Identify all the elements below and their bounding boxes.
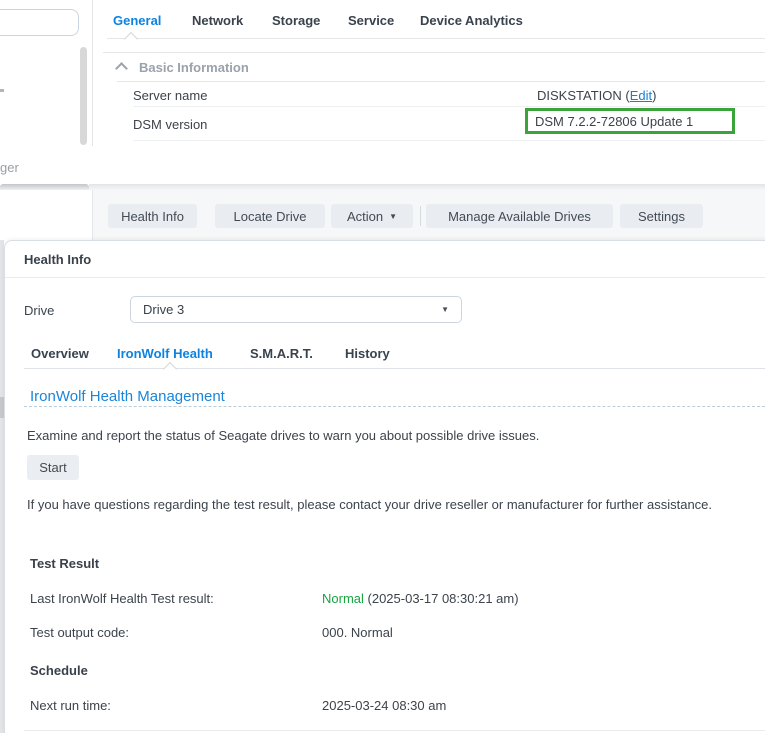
server-name-label: Server name — [133, 88, 207, 103]
server-name-text: DISKSTATION ( — [537, 88, 630, 103]
status-normal: Normal — [322, 591, 364, 606]
tab-service[interactable]: Service — [348, 13, 394, 28]
edit-link[interactable]: Edit — [630, 88, 652, 103]
section-top-line — [103, 52, 765, 53]
drive-label: Drive — [24, 303, 54, 318]
manage-available-drives-button[interactable]: Manage Available Drives — [426, 204, 613, 228]
window-edge-left — [0, 184, 89, 190]
toolbar-left-divider — [92, 190, 93, 240]
section-head-line — [117, 81, 765, 82]
dialog-header-divider — [5, 277, 765, 278]
status-timestamp: (2025-03-17 08:30:21 am) — [364, 591, 519, 606]
dsm-version-highlight: DSM 7.2.2-72806 Update 1 — [525, 108, 735, 134]
ironwolf-heading: IronWolf Health Management — [30, 388, 225, 405]
dialog-tab-smart[interactable]: S.M.A.R.T. — [250, 346, 313, 361]
test-output-code-value: 000. Normal — [322, 625, 393, 640]
settings-button-label: Settings — [638, 209, 685, 224]
last-test-result-label: Last IronWolf Health Test result: — [30, 591, 214, 606]
dsm-version-label: DSM version — [133, 117, 207, 132]
test-output-code-label: Test output code: — [30, 625, 129, 640]
dialog-tabbar-underline — [24, 368, 765, 369]
action-button[interactable]: Action ▼ — [331, 204, 413, 228]
server-name-value: DISKSTATION (Edit) — [537, 88, 656, 103]
window-title-fragment: ger — [0, 160, 19, 175]
dialog-title: Health Info — [24, 252, 91, 267]
left-scrollbar[interactable] — [80, 47, 87, 145]
active-tab-notch — [124, 32, 138, 46]
dialog-tab-ironwolf-health[interactable]: IronWolf Health — [117, 346, 213, 361]
action-dropdown-caret-icon: ▼ — [389, 212, 397, 221]
toolbar-separator — [420, 206, 421, 226]
start-button-label: Start — [39, 460, 66, 475]
note-text: If you have questions regarding the test… — [27, 494, 739, 515]
last-test-result-value: Normal (2025-03-17 08:30:21 am) — [322, 591, 519, 606]
tabbar-underline — [107, 38, 765, 39]
tab-network[interactable]: Network — [192, 13, 243, 28]
health-info-button[interactable]: Health Info — [108, 204, 197, 228]
action-button-label: Action — [347, 209, 383, 224]
tab-storage[interactable]: Storage — [272, 13, 320, 28]
dialog-bottom-divider — [24, 730, 765, 731]
dsm-version-value: DSM 7.2.2-72806 Update 1 — [535, 114, 693, 129]
heading-dashed-divider — [24, 406, 765, 407]
next-run-time-label: Next run time: — [30, 698, 111, 713]
collapse-chevron-icon[interactable] — [115, 62, 128, 75]
drive-select-value: Drive 3 — [131, 302, 184, 317]
schedule-heading: Schedule — [30, 663, 88, 678]
drive-select[interactable]: Drive 3 ▼ — [130, 296, 462, 323]
search-input[interactable] — [0, 9, 79, 36]
server-name-paren: ) — [652, 88, 656, 103]
screen: General Network Storage Service Device A… — [0, 0, 765, 733]
manage-drives-button-label: Manage Available Drives — [448, 209, 591, 224]
test-result-heading: Test Result — [30, 556, 99, 571]
row-divider-1 — [133, 106, 765, 107]
left-text-fragment — [0, 89, 4, 92]
next-run-time-value: 2025-03-24 08:30 am — [322, 698, 446, 713]
drive-select-caret-icon: ▼ — [441, 305, 449, 314]
description-text: Examine and report the status of Seagate… — [27, 428, 539, 443]
tab-device-analytics[interactable]: Device Analytics — [420, 13, 523, 28]
left-panel-divider — [92, 0, 93, 146]
start-button[interactable]: Start — [27, 455, 79, 480]
tab-general[interactable]: General — [113, 13, 161, 28]
health-info-button-label: Health Info — [121, 209, 184, 224]
section-title: Basic Information — [139, 60, 249, 75]
row-divider-2 — [133, 140, 765, 141]
dialog-tab-overview[interactable]: Overview — [31, 346, 89, 361]
dialog-tab-history[interactable]: History — [345, 346, 390, 361]
locate-drive-button-label: Locate Drive — [234, 209, 307, 224]
settings-button[interactable]: Settings — [620, 204, 703, 228]
locate-drive-button[interactable]: Locate Drive — [215, 204, 325, 228]
